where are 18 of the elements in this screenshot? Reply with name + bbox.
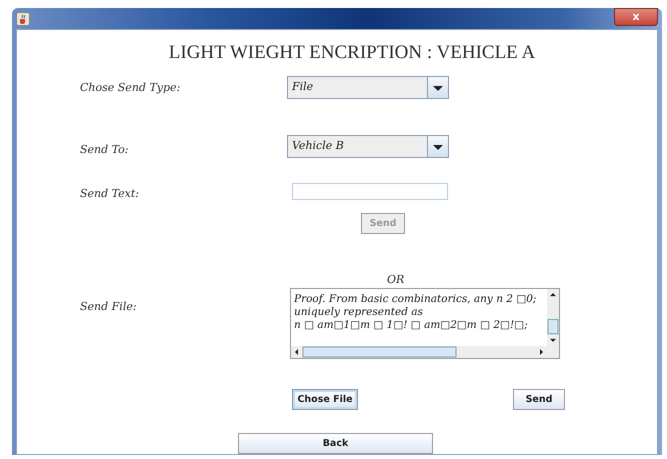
field-label: Send Text:	[80, 187, 140, 200]
choose-file-button[interactable]: Chose File	[292, 389, 358, 410]
caret-icon	[427, 76, 448, 98]
or-label: OR	[387, 273, 404, 286]
file-text: Proof. From basic combinatorics, any n 2 □0; uniquely represented as n □ am□1□m □ 1□! □ am□2□m □ 2□!□;	[291, 289, 547, 346]
send-text-field[interactable]	[292, 183, 448, 200]
page-heading: LIGHT WIEGHT ENCRIPTION : VEHICLE A	[168, 42, 536, 64]
caret-icon	[427, 136, 448, 157]
send-file-button[interactable]: Send	[513, 389, 565, 410]
send-type-dropdown[interactable]: File	[287, 76, 449, 98]
java-cup-icon	[16, 12, 30, 26]
file-preview-area[interactable]: Proof. From basic combinatorics, any n 2 □0; uniquely represented as n □ am□1□m □ 1□! □ am□2□m □ 2□!□;	[290, 288, 560, 359]
field-label: Chose Send Type:	[80, 80, 182, 94]
field-label: Send To:	[80, 143, 130, 158]
field-label: Send File:	[80, 299, 138, 313]
close-button[interactable]: x	[614, 8, 658, 26]
send-to-dropdown[interactable]: Vehicle B	[287, 135, 449, 158]
back-button[interactable]: Back	[238, 433, 433, 454]
